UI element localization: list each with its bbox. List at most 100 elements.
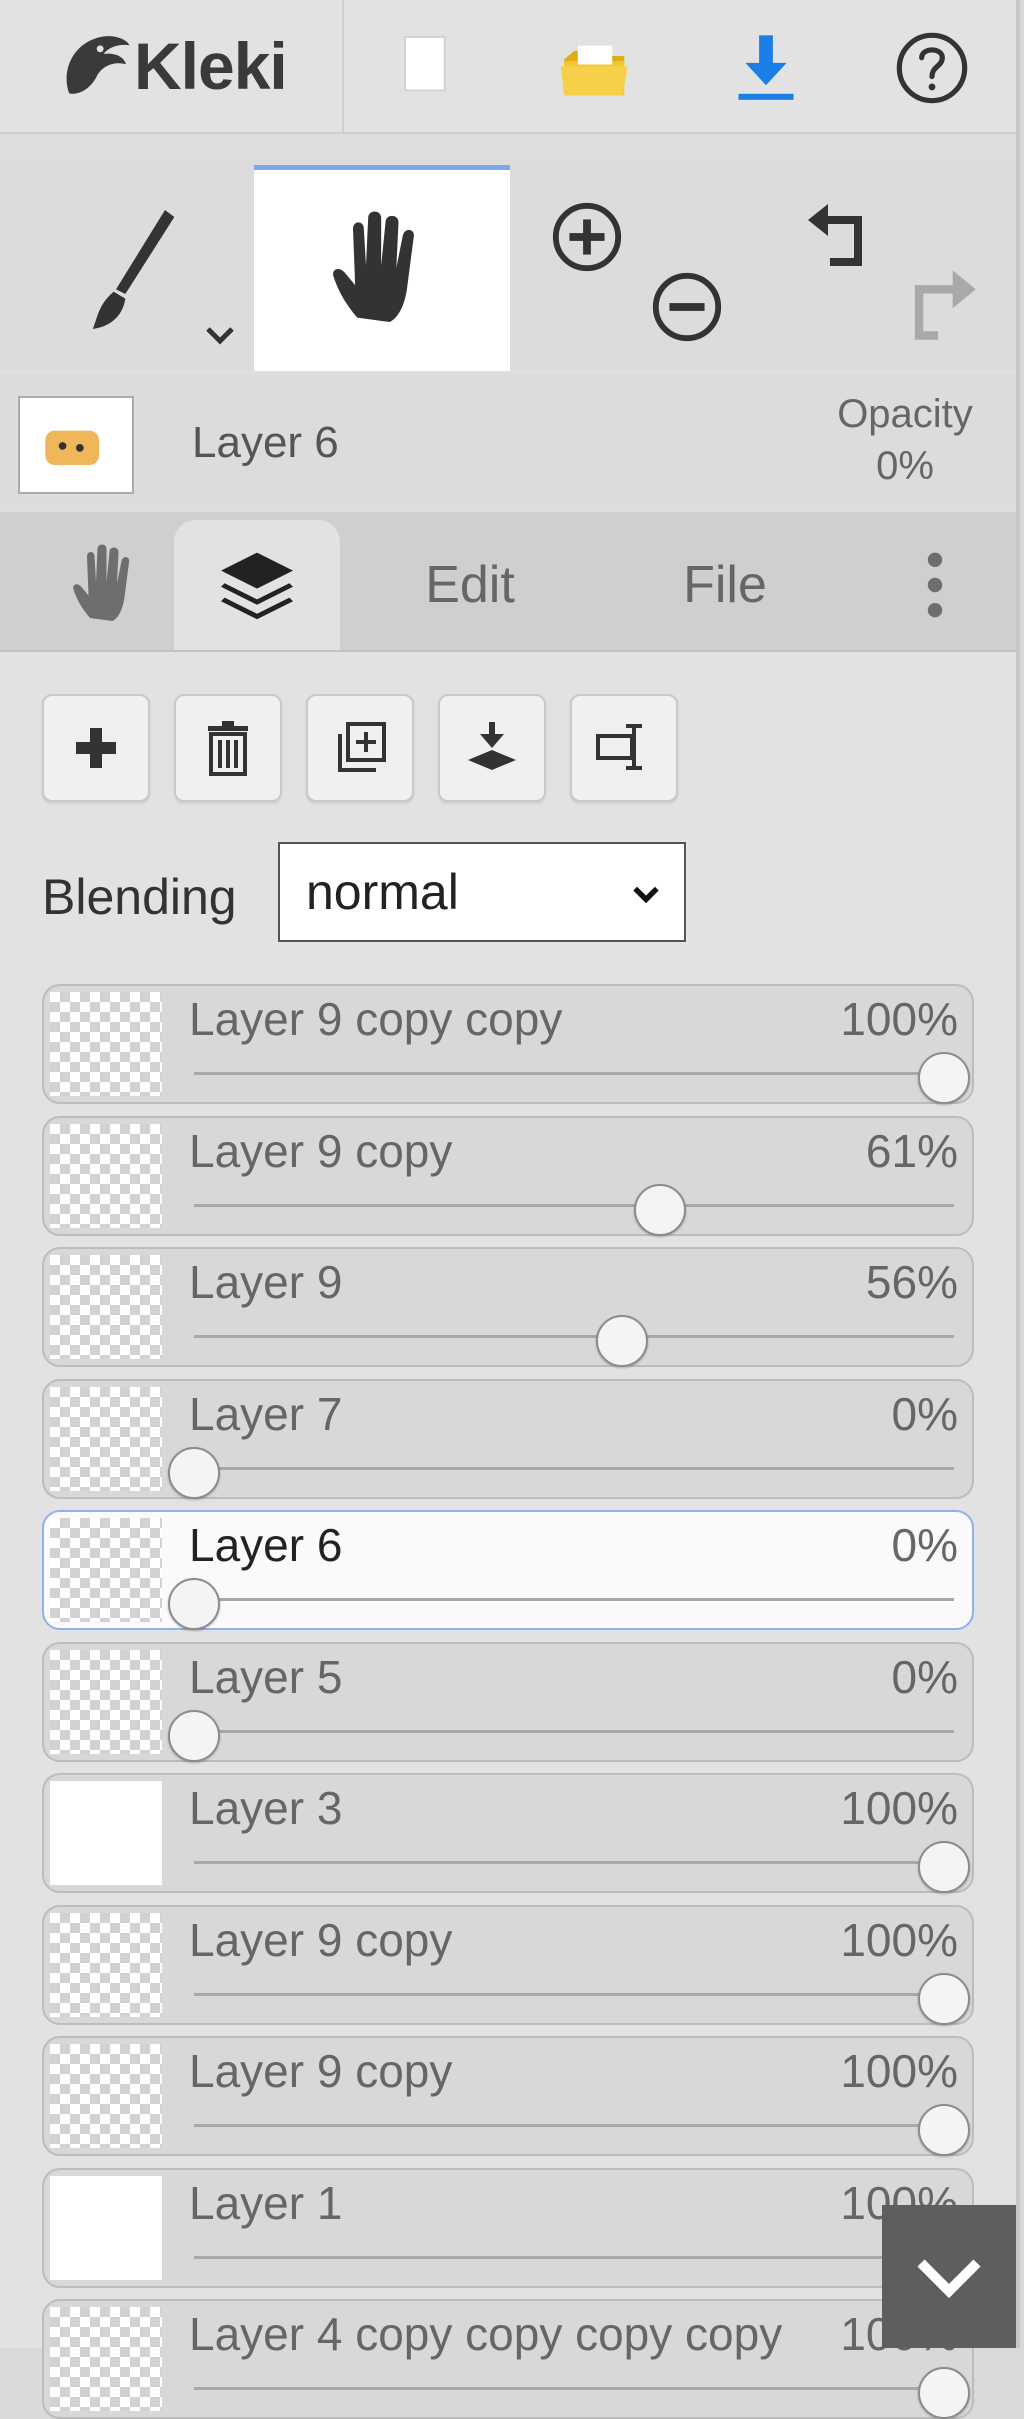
logo-text: Kleki [134,29,288,103]
layer-name: Layer 6 [189,1519,343,1571]
layer-name: Layer 4 copy copy copy copy [189,2308,783,2360]
layer-opacity-value: 0% [891,1650,958,1703]
layer-opacity-slider-handle[interactable] [918,1052,970,1104]
layers-icon [221,552,293,620]
open-file-button[interactable] [545,20,645,116]
open-folder-icon [560,45,628,96]
merge-down-button[interactable] [438,694,546,802]
tab-hand[interactable] [40,520,170,650]
layer-opacity-slider-handle[interactable] [595,1315,648,1367]
layer-opacity-slider-track[interactable] [194,2387,954,2390]
undo-icon[interactable] [800,196,880,276]
more-vertical-icon [927,552,943,618]
layer-opacity-slider-track[interactable] [194,1992,954,1996]
blending-label: Blending [42,869,237,925]
help-button[interactable] [882,20,982,116]
hand-tool-button[interactable] [254,165,510,371]
top-bar: Kleki [0,0,1016,134]
delete-layer-icon [208,721,248,776]
delete-layer-button[interactable] [174,694,282,802]
layer-opacity-slider-track[interactable] [194,1729,954,1733]
opacity-value: 0% [876,444,934,488]
layer-name: Layer 3 [189,1782,343,1834]
layer-opacity-slider-track[interactable] [194,1203,954,1207]
layer-opacity-slider-handle[interactable] [918,2104,970,2156]
layer-opacity-slider-handle[interactable] [168,1446,220,1499]
layer-opacity-slider-handle[interactable] [168,1709,220,1762]
layer-thumbnail [50,1649,162,1754]
blending-select[interactable]: normal [278,842,686,942]
layer-opacity-value: 0% [891,1387,958,1440]
layer-row[interactable]: Layer 5 0% [42,1641,974,1762]
layer-row[interactable]: Layer 7 0% [42,1378,974,1499]
layer-row[interactable]: Layer 3 100% [42,1773,974,1893]
download-icon [738,35,794,100]
layer-row[interactable]: Layer 9 56% [42,1247,974,1367]
layer-name: Layer 1 [189,2176,343,2229]
brush-icon [92,210,175,329]
scroll-down-button[interactable] [882,2205,1016,2348]
help-icon [896,32,968,104]
opacity-label: Opacity [837,392,973,436]
layer-thumbnail [50,1255,162,1359]
layer-name: Layer 7 [189,1387,343,1440]
layer-opacity-slider-handle[interactable] [918,1972,970,2025]
layer-thumbnail [50,992,162,1096]
chevron-down-icon[interactable] [200,315,240,355]
rename-layer-button[interactable] [570,694,678,802]
tab-more[interactable] [890,520,980,650]
layer-opacity-slider-handle[interactable] [168,1578,220,1630]
add-layer-button[interactable] [42,694,150,802]
layer-opacity-slider-handle[interactable] [918,1841,970,1893]
merge-down-icon [468,722,516,770]
zoom-in-icon[interactable] [548,198,626,276]
layer-opacity-slider-track[interactable] [194,1072,954,1075]
new-image-button[interactable] [374,20,474,116]
kleki-sidebar: Kleki Layer 6 Opacity 0% Edit File Blend… [0,0,1020,2419]
layer-opacity-slider-handle[interactable] [634,1183,687,1236]
kleki-logo-icon [66,36,130,94]
layer-opacity-slider-track[interactable] [194,2255,954,2259]
layer-opacity-value: 100% [840,2045,958,2097]
layer-row[interactable]: Layer 4 copy copy copy copy100% [42,2299,974,2419]
layer-opacity-value: 0% [891,1519,958,1571]
redo-icon[interactable] [896,262,980,346]
chevron-down-icon [917,2258,981,2298]
layer-thumbnail [50,1518,162,1622]
layer-thumbnail-art [45,430,100,466]
zoom-out-icon[interactable] [648,268,726,346]
layer-opacity-value: 100% [840,1913,958,1966]
layer-opacity-value: 100% [840,1782,958,1834]
download-button[interactable] [716,20,816,116]
tab-layers[interactable] [174,520,340,650]
duplicate-layer-button[interactable] [306,694,414,802]
layer-opacity-slider-track[interactable] [194,1598,954,1601]
layer-row[interactable]: Layer 1 100% [42,2167,974,2288]
tab-file[interactable]: File [640,520,810,650]
kleki-logo[interactable]: Kleki [52,26,288,106]
current-layer-thumbnail [18,396,134,494]
layer-name: Layer 9 copy copy [189,993,563,1045]
layer-opacity-slider-track[interactable] [194,2124,954,2127]
layer-row[interactable]: Layer 9 copy copy 100% [42,984,974,1104]
layer-name: Layer 9 copy [189,2045,453,2097]
layer-row[interactable]: Layer 9 copy 100% [42,1904,974,2025]
new-image-icon [404,36,446,92]
tab-edit[interactable]: Edit [380,520,560,650]
layer-row[interactable]: Layer 6 0% [42,1510,974,1630]
layer-name: Layer 9 copy [189,1124,453,1177]
layer-row[interactable]: Layer 9 copy 61% [42,1115,974,1236]
layer-thumbnail [50,2175,162,2280]
layer-opacity-slider-track[interactable] [194,1335,954,1338]
layer-thumbnail [50,1781,162,1885]
topbar-divider [342,0,344,132]
hand-icon [333,211,414,322]
layer-opacity-slider-track[interactable] [194,1466,954,1470]
duplicate-layer-icon [338,722,386,772]
layer-opacity-value: 56% [865,1256,958,1308]
chevron-down-icon [633,886,659,904]
layer-opacity-slider-handle[interactable] [918,2367,970,2419]
layer-opacity-slider-track[interactable] [194,1861,954,1864]
hand-icon [73,544,130,621]
layer-row[interactable]: Layer 9 copy 100% [42,2036,974,2156]
